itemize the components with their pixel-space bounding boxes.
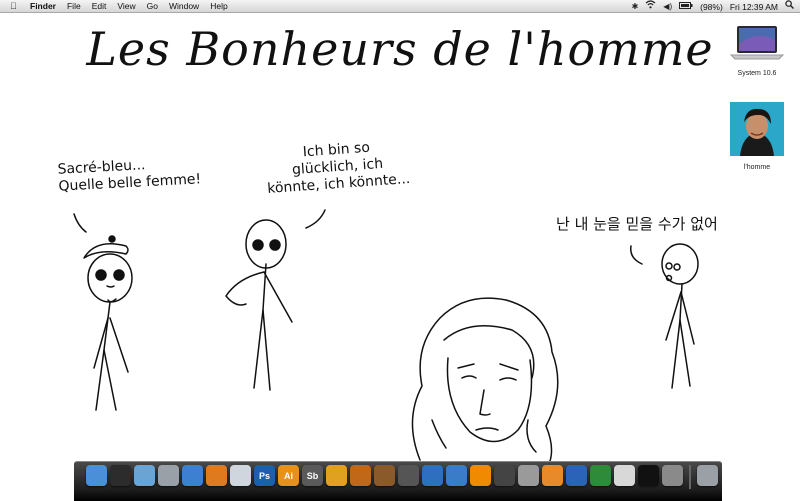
clapper-icon[interactable]: [494, 465, 515, 486]
itunes-icon[interactable]: [422, 465, 443, 486]
speech-bubble-korean: 난 내 눈을 믿을 수가 없어: [556, 215, 718, 233]
dock-items: Ps Ai Sb: [86, 465, 718, 489]
trash-icon[interactable]: [697, 465, 718, 486]
textedit-icon[interactable]: [518, 465, 539, 486]
system-prefs-icon[interactable]: [662, 465, 683, 486]
soundbooth-icon[interactable]: Sb: [302, 465, 323, 486]
guitar-icon[interactable]: [374, 465, 395, 486]
mail-icon[interactable]: [230, 465, 251, 486]
photoshop-icon[interactable]: Ps: [254, 465, 275, 486]
dock-separator: [689, 465, 691, 489]
terminal-icon[interactable]: [638, 465, 659, 486]
figure-happy-man: [225, 219, 293, 391]
preview-icon[interactable]: [134, 465, 155, 486]
safari-icon[interactable]: [182, 465, 203, 486]
figure-surprised-man: [661, 243, 699, 389]
vlc-icon[interactable]: [470, 465, 491, 486]
audio-icon[interactable]: [350, 465, 371, 486]
itunes-music-icon[interactable]: [326, 465, 347, 486]
dock: Ps Ai Sb: [74, 461, 722, 501]
document-icon[interactable]: [614, 465, 635, 486]
speech-bubble-german: Ich bin so glücklich, ich könnte, ich kö…: [264, 137, 411, 198]
illustrator-icon[interactable]: Ai: [278, 465, 299, 486]
figure-beret-man: [83, 235, 133, 411]
quicktime-icon[interactable]: [446, 465, 467, 486]
figure-woman: [411, 297, 559, 467]
comic-drawing: [73, 209, 699, 467]
network-icon[interactable]: [398, 465, 419, 486]
firefox-icon[interactable]: [206, 465, 227, 486]
dashboard-icon[interactable]: [110, 465, 131, 486]
facetime-icon[interactable]: [158, 465, 179, 486]
finder-icon[interactable]: [86, 465, 107, 486]
excel-icon[interactable]: [590, 465, 611, 486]
pages-icon[interactable]: [542, 465, 563, 486]
word-icon[interactable]: [566, 465, 587, 486]
